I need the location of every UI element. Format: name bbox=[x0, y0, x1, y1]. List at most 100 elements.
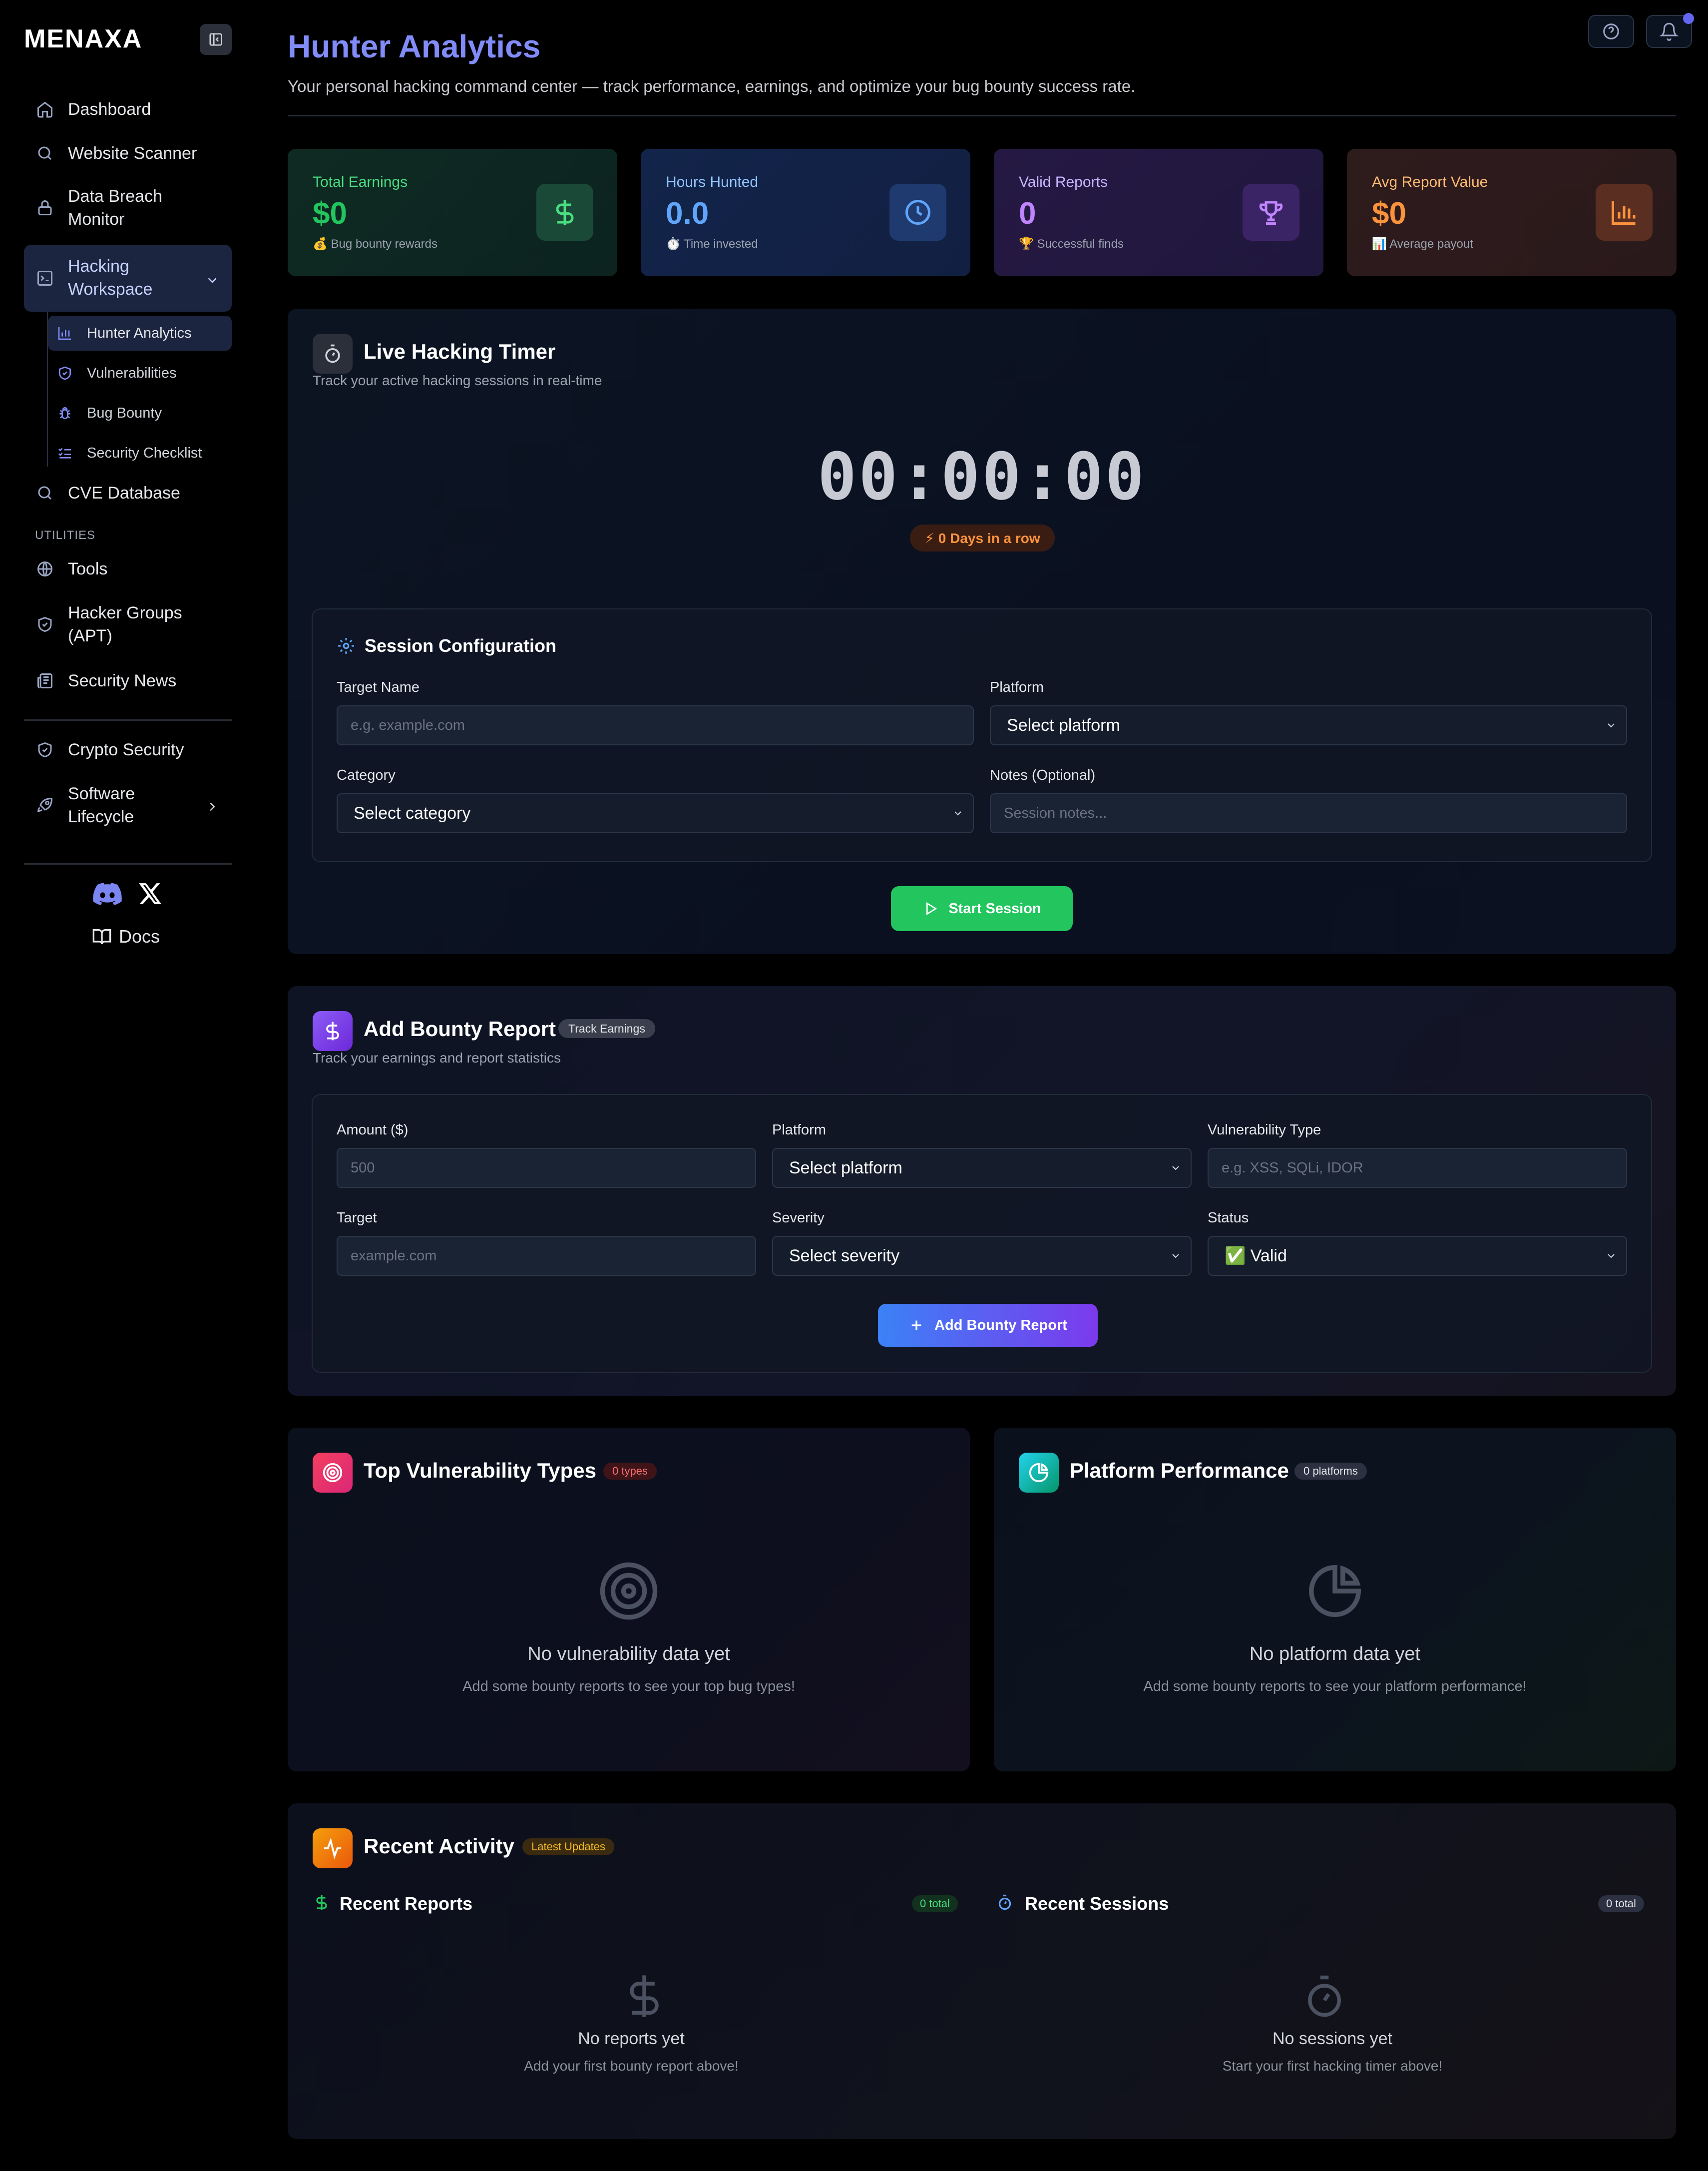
vulnerability-type-label: Vulnerability Type bbox=[1208, 1122, 1321, 1138]
sidebar-item-security-news[interactable]: Security News bbox=[24, 669, 232, 692]
sidebar-item-hacker-groups[interactable]: Hacker Groups (APT) bbox=[24, 601, 232, 647]
sidebar-item-website-scanner[interactable]: Website Scanner bbox=[24, 142, 232, 165]
sidebar-item-label: Workspace bbox=[68, 280, 153, 299]
sidebar-item-hacking-workspace[interactable]: Hacking Workspace bbox=[24, 245, 232, 312]
target-input[interactable]: example.com bbox=[337, 1236, 756, 1276]
sidebar-subitem-security-checklist[interactable]: Security Checklist bbox=[48, 436, 232, 471]
bounty-platform-select[interactable]: Select platform bbox=[772, 1148, 1192, 1188]
stat-note: ⏱️ Time invested bbox=[666, 237, 758, 251]
severity-label: Severity bbox=[772, 1210, 825, 1226]
trophy-icon bbox=[1243, 184, 1299, 241]
sidebar-subitem-bug-bounty[interactable]: Bug Bounty bbox=[48, 396, 232, 431]
card-title: Platform Performance bbox=[1070, 1459, 1289, 1482]
chevron-down-icon bbox=[1172, 1254, 1179, 1258]
sidebar-item-label: Tools bbox=[68, 559, 108, 578]
stat-card-avg-report-value: Avg Report Value $0 📊 Average payout bbox=[1347, 149, 1677, 276]
sidebar-item-crypto-security[interactable]: Crypto Security bbox=[24, 738, 232, 761]
docs-link[interactable]: Docs bbox=[92, 926, 160, 947]
globe-icon bbox=[35, 559, 55, 579]
add-bounty-card: Add Bounty Report Track Earnings Track y… bbox=[288, 986, 1676, 1396]
select-value: Select platform bbox=[789, 1158, 902, 1177]
x-twitter-link[interactable] bbox=[138, 881, 163, 909]
reports-total-badge: 0 total bbox=[912, 1895, 958, 1912]
discord-link[interactable] bbox=[92, 882, 123, 910]
status-select[interactable]: ✅ Valid bbox=[1208, 1236, 1627, 1276]
help-button[interactable] bbox=[1588, 15, 1634, 48]
sidebar-item-dashboard[interactable]: Dashboard bbox=[24, 98, 232, 121]
sidebar-subitem-vulnerabilities[interactable]: Vulnerabilities bbox=[48, 356, 232, 391]
sidebar-item-label: Crypto Security bbox=[68, 740, 184, 759]
platform-select[interactable]: Select platform bbox=[990, 705, 1627, 745]
brand-logo[interactable]: MENAXA bbox=[24, 24, 142, 54]
stat-label: Valid Reports bbox=[1019, 174, 1108, 190]
page-title: Hunter Analytics bbox=[288, 28, 541, 64]
plus-icon bbox=[911, 1320, 921, 1330]
docs-label: Docs bbox=[119, 926, 160, 947]
terminal-icon bbox=[35, 268, 55, 288]
config-title: Session Configuration bbox=[365, 635, 557, 656]
sidebar-item-label: Hacker Groups bbox=[68, 603, 182, 622]
card-subtitle: Track your earnings and report statistic… bbox=[313, 1050, 561, 1066]
sidebar-subitem-label: Hunter Analytics bbox=[87, 325, 192, 341]
amount-input[interactable]: 500 bbox=[337, 1148, 756, 1188]
stat-label: Total Earnings bbox=[313, 174, 408, 190]
empty-state-subtitle: Start your first hacking timer above! bbox=[1222, 2058, 1443, 2074]
sidebar-item-label: Lifecycle bbox=[68, 807, 134, 826]
pie-chart-icon bbox=[1303, 1560, 1366, 1623]
home-icon bbox=[35, 99, 55, 119]
category-select[interactable]: Select category bbox=[337, 793, 974, 833]
platform-performance-card: Platform Performance 0 platforms No plat… bbox=[994, 1428, 1676, 1771]
search-icon bbox=[35, 483, 55, 503]
notification-dot bbox=[1683, 13, 1694, 24]
status-label: Status bbox=[1208, 1210, 1249, 1226]
shield-check-icon bbox=[35, 614, 55, 634]
play-icon bbox=[926, 902, 937, 916]
button-label: Start Session bbox=[948, 900, 1041, 917]
rocket-icon bbox=[35, 795, 55, 815]
sidebar-collapse-button[interactable] bbox=[200, 24, 232, 55]
bar-chart-icon bbox=[56, 324, 74, 342]
vulnerability-type-input[interactable]: e.g. XSS, SQLi, IDOR bbox=[1208, 1148, 1627, 1188]
notifications-button[interactable] bbox=[1646, 13, 1694, 48]
chevron-down-icon bbox=[205, 271, 220, 294]
start-session-button[interactable]: Start Session bbox=[891, 886, 1073, 931]
sidebar-item-label: Data Breach bbox=[68, 187, 162, 206]
sidebar-section-utilities: UTILITIES bbox=[35, 529, 96, 542]
notes-label: Notes (Optional) bbox=[990, 767, 1096, 783]
sidebar-item-data-breach-monitor[interactable]: Data Breach Monitor bbox=[24, 185, 232, 231]
sidebar-item-label: Monitor bbox=[68, 210, 125, 229]
sidebar-item-label: Security News bbox=[68, 671, 177, 690]
target-icon bbox=[597, 1560, 660, 1623]
sidebar-item-label: CVE Database bbox=[68, 484, 180, 503]
target-label: Target bbox=[337, 1210, 377, 1226]
severity-select[interactable]: Select severity bbox=[772, 1236, 1192, 1276]
dollar-icon bbox=[619, 1971, 669, 2021]
empty-state-title: No platform data yet bbox=[1249, 1643, 1421, 1664]
stat-card-valid-reports: Valid Reports 0 🏆 Successful finds bbox=[994, 149, 1323, 276]
empty-state-title: No sessions yet bbox=[1273, 2029, 1392, 2048]
settings-gear-icon bbox=[337, 636, 356, 658]
sidebar-item-label: Hacking bbox=[68, 257, 129, 276]
bounty-form-panel: Amount ($) 500 Platform Select platform … bbox=[312, 1094, 1652, 1373]
bug-icon bbox=[56, 404, 74, 422]
header-divider bbox=[288, 115, 1676, 116]
add-bounty-report-button[interactable]: Add Bounty Report bbox=[878, 1304, 1098, 1347]
sidebar-item-tools[interactable]: Tools bbox=[24, 557, 232, 580]
card-title: Live Hacking Timer bbox=[364, 340, 556, 363]
sidebar-subitem-label: Vulnerabilities bbox=[87, 365, 177, 381]
sidebar-item-software-lifecycle[interactable]: Software Lifecycle bbox=[24, 782, 232, 828]
chevron-down-icon bbox=[1172, 1166, 1179, 1170]
dollar-icon bbox=[313, 1893, 331, 1914]
timer-icon bbox=[996, 1893, 1014, 1914]
newspaper-icon bbox=[35, 671, 55, 691]
sidebar-divider bbox=[24, 719, 232, 721]
sidebar-subitem-hunter-analytics[interactable]: Hunter Analytics bbox=[48, 316, 232, 351]
notes-input[interactable]: Session notes... bbox=[990, 793, 1627, 833]
amount-label: Amount ($) bbox=[337, 1122, 409, 1138]
sidebar-subitem-label: Security Checklist bbox=[87, 445, 202, 461]
header-actions bbox=[1588, 13, 1694, 48]
sidebar-item-cve-database[interactable]: CVE Database bbox=[24, 482, 232, 505]
select-value: Select severity bbox=[789, 1246, 900, 1265]
card-subtitle: Track your active hacking sessions in re… bbox=[313, 373, 602, 388]
target-name-input[interactable]: e.g. example.com bbox=[337, 705, 974, 745]
